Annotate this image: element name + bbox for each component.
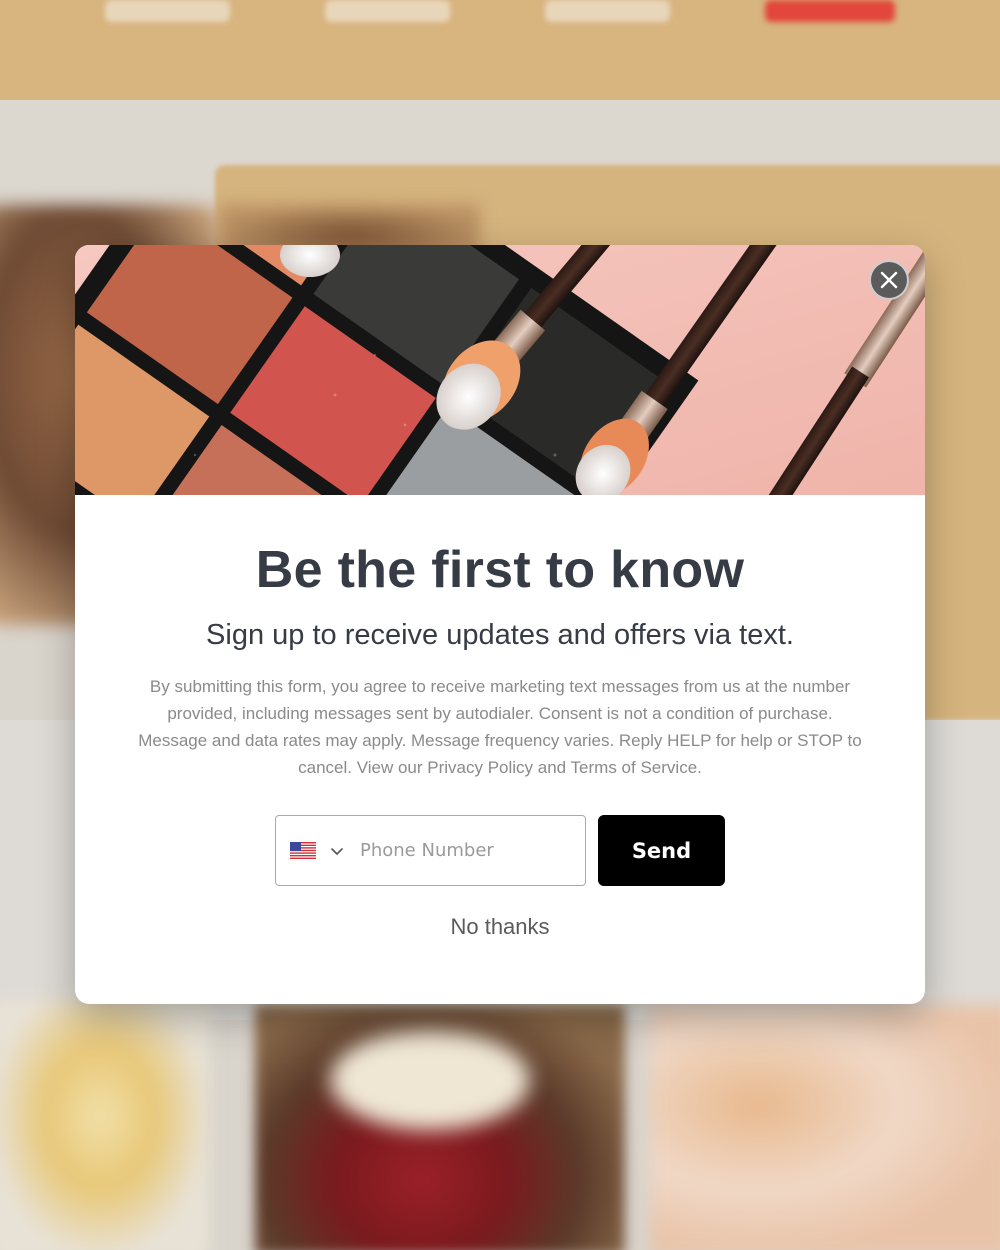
signup-popup: Be the first to know Sign up to receive … xyxy=(75,245,925,1004)
background-product-image xyxy=(0,1000,210,1250)
eyeshadow-palette-image xyxy=(75,245,925,495)
phone-number-input[interactable] xyxy=(358,839,562,862)
popup-subtitle: Sign up to receive updates and offers vi… xyxy=(206,619,794,651)
country-selector[interactable] xyxy=(290,842,344,859)
background-product-image xyxy=(330,1030,530,1130)
send-button[interactable]: Send xyxy=(598,815,725,886)
legal-disclaimer: By submitting this form, you agree to re… xyxy=(138,677,862,777)
chevron-down-icon xyxy=(331,847,343,855)
background-nav-item xyxy=(105,0,230,22)
background-nav-item xyxy=(325,0,450,22)
popup-content: Be the first to know Sign up to receive … xyxy=(75,495,925,1004)
background-product-image xyxy=(650,1005,1000,1250)
phone-field xyxy=(275,815,586,886)
background-nav-item xyxy=(545,0,670,22)
us-flag-icon xyxy=(290,842,316,859)
close-button[interactable] xyxy=(869,260,909,300)
background-nav-button xyxy=(765,0,895,22)
close-icon xyxy=(880,271,898,289)
popup-title: Be the first to know xyxy=(255,541,745,599)
no-thanks-button[interactable]: No thanks xyxy=(400,910,600,944)
hero-image xyxy=(75,245,925,495)
